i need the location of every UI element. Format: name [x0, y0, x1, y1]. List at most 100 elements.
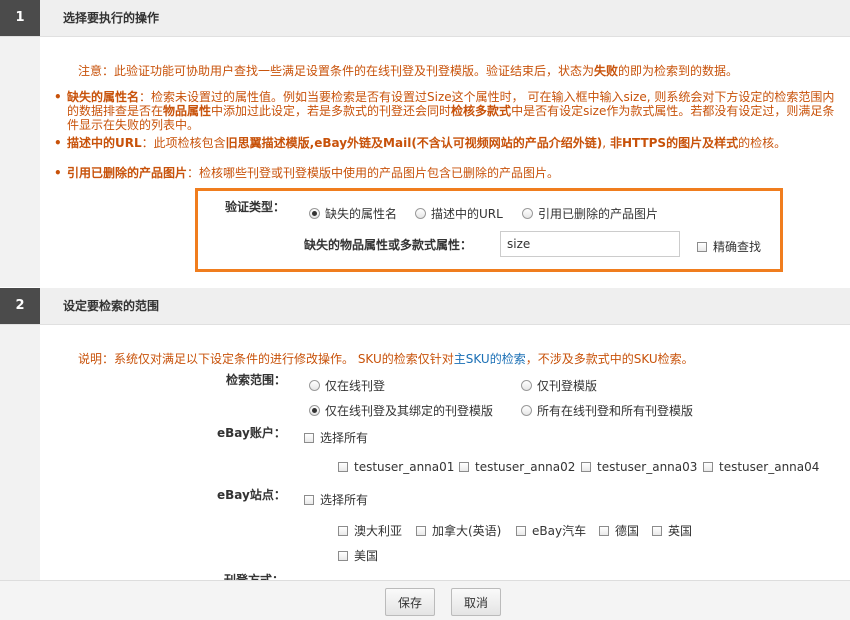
checkbox-box[interactable]: [304, 494, 314, 505]
account-checkbox[interactable]: testuser_anna01: [338, 460, 454, 474]
checkbox-box[interactable]: [416, 525, 426, 536]
section-1-header: 1 选择要执行的操作: [0, 0, 850, 37]
radio-label: 仅刊登模版: [537, 379, 598, 393]
bullet-text: ：检核哪些刊登或刊登模版中使用的产品图片包含已删除的产品图片。: [187, 166, 560, 180]
checkbox-label: 美国: [354, 549, 379, 563]
radio-dot[interactable]: [522, 208, 533, 219]
radio-label: 引用已删除的产品图片: [538, 207, 659, 221]
save-button[interactable]: 保存: [385, 588, 435, 616]
bullet-text: ,: [602, 136, 610, 150]
checkbox-label: 精确查找: [713, 240, 762, 254]
radio-dot[interactable]: [309, 208, 320, 219]
main-content: 1 选择要执行的操作 注意：此验证功能可协助用户查找一些满足设置条件的在线刊登及…: [0, 0, 850, 580]
radio-dot[interactable]: [415, 208, 426, 219]
verify-note: 注意：此验证功能可协助用户查找一些满足设置条件的在线刊登及刊登模版。验证结束后，…: [78, 62, 738, 79]
checkbox-box[interactable]: [599, 525, 609, 536]
checkbox-box[interactable]: [703, 462, 713, 472]
checkbox-box[interactable]: [338, 462, 348, 472]
site-checkbox[interactable]: 加拿大(英语): [416, 522, 501, 539]
radio-scope-online-bound[interactable]: 仅在线刊登及其绑定的刊登模版: [309, 402, 493, 419]
checkbox-label: testuser_anna03: [597, 460, 698, 474]
checkbox-label: testuser_anna04: [719, 460, 820, 474]
radio-label: 仅在线刊登及其绑定的刊登模版: [325, 404, 494, 418]
site-checkbox[interactable]: eBay汽车: [516, 522, 586, 539]
radio-dot[interactable]: [521, 380, 532, 391]
section-2-gutter: [0, 325, 40, 580]
verify-type-label: 验证类型：: [225, 200, 286, 214]
checkbox-box[interactable]: [652, 525, 662, 536]
site-select-all[interactable]: 选择所有: [304, 491, 368, 508]
bullet-text: ：此项检核包含: [141, 136, 226, 150]
radio-scope-template[interactable]: 仅刊登模版: [521, 377, 597, 394]
checkbox-box[interactable]: [338, 525, 348, 536]
checkbox-label: testuser_anna01: [354, 460, 455, 474]
exact-search-checkbox[interactable]: 精确查找: [697, 238, 761, 255]
checkbox-label: 澳大利亚: [354, 524, 403, 538]
bullet-head: 缺失的属性名: [67, 90, 140, 104]
site-checkbox[interactable]: 英国: [652, 522, 692, 539]
scope-note-text: 说明：系统仅对满足以下设定条件的进行修改操作。 SKU的检索仅针对: [78, 352, 454, 366]
section-2-number: 2: [0, 288, 40, 324]
account-checkbox[interactable]: testuser_anna04: [703, 460, 819, 474]
verify-note-tail: 的即为检索到的数据。: [618, 64, 739, 78]
footer-bar: 保存 取消: [0, 580, 850, 620]
cancel-button[interactable]: 取消: [451, 588, 501, 616]
account-select-all[interactable]: 选择所有: [304, 429, 368, 446]
checkbox-label: 选择所有: [320, 493, 369, 507]
bullet-missing-attr: 缺失的属性名：检索未设置过的属性值。例如当要检索是否有设置过Size这个属性时，…: [54, 90, 837, 132]
bullet-text: 中添加过此设定，若是多款式的刊登还会同时: [211, 104, 452, 118]
radio-label: 缺失的属性名: [325, 207, 398, 221]
account-checkbox[interactable]: testuser_anna03: [581, 460, 697, 474]
checkbox-label: 德国: [615, 524, 640, 538]
radio-scope-all[interactable]: 所有在线刊登和所有刊登模版: [521, 402, 693, 419]
radio-scope-online[interactable]: 仅在线刊登: [309, 377, 385, 394]
checkbox-label: eBay汽车: [532, 524, 587, 538]
site-checkbox[interactable]: 澳大利亚: [338, 522, 402, 539]
radio-label: 描述中的URL: [431, 207, 503, 221]
verify-note-fail: 失败: [594, 64, 619, 78]
scope-label: 检索范围：: [226, 373, 287, 387]
attr-input[interactable]: size: [500, 231, 680, 257]
listing-type-label: 刊登方式：: [224, 573, 285, 580]
section-2-title: 设定要检索的范围: [63, 299, 160, 313]
checkbox-box[interactable]: [304, 432, 314, 443]
bullet-bold: 非HTTPS的图片及样式: [609, 136, 739, 150]
bullet-bold: 物品属性: [163, 104, 212, 118]
radio-label: 仅在线刊登: [325, 379, 386, 393]
section-1-gutter: [0, 37, 40, 287]
section-1-number: 1: [0, 0, 40, 36]
radio-dot[interactable]: [309, 405, 320, 416]
section-2-header: 2 设定要检索的范围: [0, 288, 850, 325]
checkbox-label: 英国: [668, 524, 693, 538]
radio-missing-attr[interactable]: 缺失的属性名: [309, 205, 397, 222]
radio-dot[interactable]: [521, 405, 532, 416]
bullet-bold: 旧思翼描述模版,eBay外链及Mail(不含认可视频网站的产品介绍外链): [225, 136, 603, 150]
checkbox-box[interactable]: [338, 550, 348, 561]
site-checkbox[interactable]: 德国: [599, 522, 639, 539]
radio-dot[interactable]: [309, 380, 320, 391]
bullet-head: 引用已删除的产品图片: [67, 166, 188, 180]
bullet-desc-url: 描述中的URL：此项检核包含旧思翼描述模版,eBay外链及Mail(不含认可视频…: [54, 136, 837, 150]
main-sku-link[interactable]: 主SKU的检索: [454, 352, 526, 366]
site-checkbox[interactable]: 美国: [338, 547, 378, 564]
checkbox-box[interactable]: [459, 462, 469, 472]
attr-label: 缺失的物品属性或多款式属性：: [304, 238, 473, 252]
account-checkbox[interactable]: testuser_anna02: [459, 460, 575, 474]
checkbox-label: testuser_anna02: [475, 460, 576, 474]
account-label: eBay账户：: [217, 426, 286, 440]
site-label: eBay站点：: [217, 488, 286, 502]
verify-note-text: 注意：此验证功能可协助用户查找一些满足设置条件的在线刊登及刊登模版。验证结束后，…: [78, 64, 595, 78]
bullet-bold: 检核多款式: [451, 104, 512, 118]
radio-label: 所有在线刊登和所有刊登模版: [537, 404, 694, 418]
radio-deleted-image[interactable]: 引用已删除的产品图片: [522, 205, 658, 222]
scope-note: 说明：系统仅对满足以下设定条件的进行修改操作。 SKU的检索仅针对主SKU的检索…: [78, 350, 694, 367]
bullet-head: 描述中的URL: [67, 136, 142, 150]
radio-desc-url[interactable]: 描述中的URL: [415, 205, 503, 222]
checkbox-box[interactable]: [581, 462, 591, 472]
scope-note-text: ，不涉及多款式中的SKU检索。: [525, 352, 694, 366]
checkbox-box[interactable]: [697, 241, 707, 252]
checkbox-label: 加拿大(英语): [432, 524, 502, 538]
checkbox-box[interactable]: [516, 525, 526, 536]
bullet-text: 的检核。: [738, 136, 787, 150]
section-1-title: 选择要执行的操作: [63, 11, 160, 25]
